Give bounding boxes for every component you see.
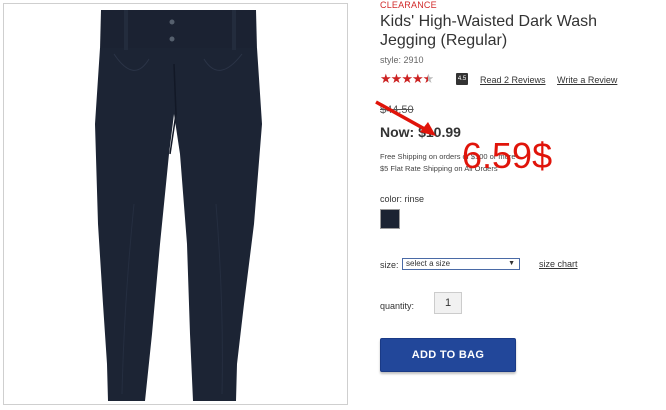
product-title: Kids' High-Waisted Dark Wash Jegging (Re… xyxy=(380,13,598,49)
product-image[interactable] xyxy=(3,3,348,405)
quantity-input[interactable]: 1 xyxy=(434,292,462,314)
star-icon: ★ xyxy=(380,71,392,86)
size-select[interactable]: select a size ▼ xyxy=(402,258,520,270)
star-half-icon: ★ xyxy=(422,71,435,86)
size-chart-link[interactable]: size chart xyxy=(539,259,578,269)
annotation-arrow-icon xyxy=(375,100,436,136)
clearance-badge: CLEARANCE xyxy=(380,0,437,10)
star-icon: ★ xyxy=(401,71,413,86)
product-style: style: 2910 xyxy=(380,55,424,65)
color-label: color: rinse xyxy=(380,194,425,204)
star-icon: ★ xyxy=(390,71,403,86)
read-reviews-link[interactable]: Read 2 Reviews xyxy=(480,75,546,85)
size-label: size: xyxy=(380,260,399,270)
annotation-price: 6.59$ xyxy=(462,135,553,176)
jeans-image xyxy=(95,10,262,401)
quantity-label: quantity: xyxy=(380,301,415,311)
add-to-bag-button[interactable]: ADD TO BAG xyxy=(380,338,516,372)
color-swatch-rinse[interactable] xyxy=(380,209,400,229)
star-icon: ★ xyxy=(411,71,424,86)
write-review-link[interactable]: Write a Review xyxy=(557,75,617,85)
rating-badge: 4.5 xyxy=(456,73,468,85)
rating-stars: ★ ★ ★ ★ ★ xyxy=(380,71,435,86)
size-select-value: select a size xyxy=(406,259,451,268)
chevron-down-icon: ▼ xyxy=(508,260,515,267)
